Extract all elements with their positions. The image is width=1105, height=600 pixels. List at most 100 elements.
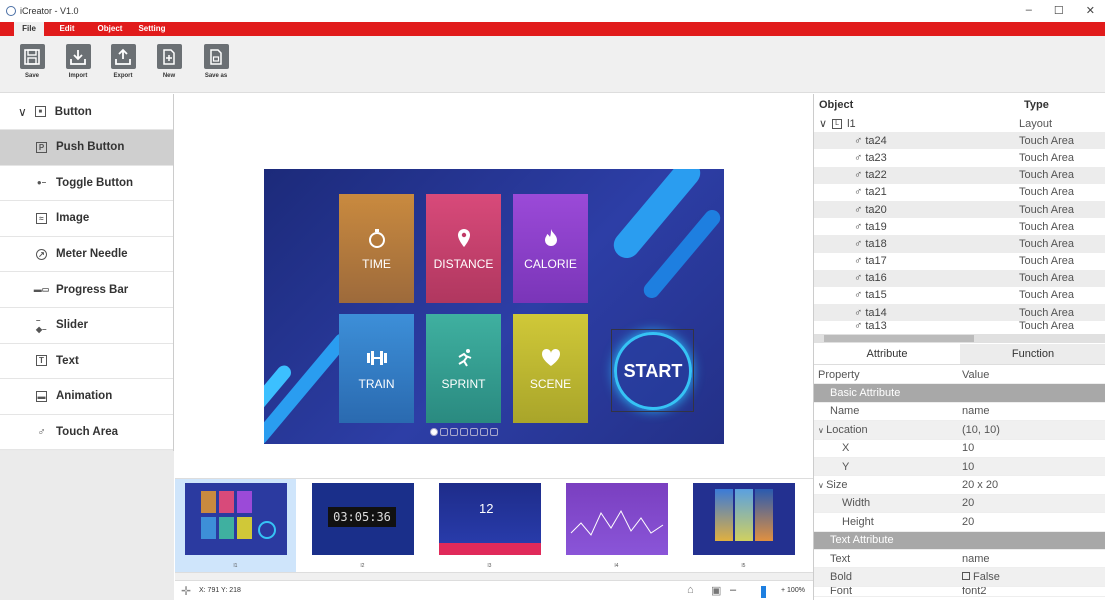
sidebar-item-image[interactable]: ≈ Image <box>0 201 173 237</box>
page-dot[interactable] <box>440 428 448 436</box>
title-bar: iCreator - V1.0 – ☐ ✕ <box>0 0 1105 22</box>
layout-preview[interactable]: TIME DISTANCE CALORIE TRAIN SPRINT SCENE… <box>264 169 724 444</box>
property-row-height[interactable]: Height 20 <box>814 513 1105 532</box>
close-button[interactable]: ✕ <box>1086 4 1095 17</box>
touch-icon: ♂ <box>854 151 866 164</box>
menu-object[interactable]: Object <box>92 22 128 36</box>
tree-scrollbar[interactable] <box>814 334 1105 343</box>
property-row-y[interactable]: Y 10 <box>814 457 1105 477</box>
tile-distance[interactable]: DISTANCE <box>426 194 501 303</box>
menu-edit[interactable]: Edit <box>52 22 82 36</box>
tree-item[interactable]: ♂ ta21 Touch Area <box>814 184 1105 201</box>
sidebar-item-slider[interactable]: –◆– Slider <box>0 307 173 344</box>
property-row-bold[interactable]: Bold False <box>814 568 1105 587</box>
tree-item[interactable]: ♂ ta20 Touch Area <box>814 200 1105 219</box>
thumbnail-l3[interactable]: 12 l3 <box>429 479 550 573</box>
tree-item[interactable]: ♂ ta24 Touch Area <box>814 132 1105 150</box>
tree-item[interactable]: ♂ ta13 Touch Area <box>814 321 1105 331</box>
sidebar-item-toggle-button[interactable]: ●– Toggle Button <box>0 165 173 202</box>
zoom-out-button[interactable]: – <box>730 584 736 596</box>
layout-thumbnails: l1 03:05:36 l2 12 l3 l4 l5 <box>175 478 813 573</box>
property-row-text[interactable]: Text name <box>814 550 1105 569</box>
touch-icon: ♂ <box>854 289 866 302</box>
tree-item[interactable]: ♂ ta17 Touch Area <box>814 253 1105 270</box>
tile-sprint[interactable]: SPRINT <box>426 314 501 423</box>
zoom-slider-thumb[interactable] <box>761 586 766 598</box>
tab-attribute[interactable]: Attribute <box>814 344 960 364</box>
object-tree: ♂ ta24 Touch Area ♂ ta23 Touch Area ♂ ta22… <box>814 132 1105 331</box>
minimize-button[interactable]: – <box>1026 4 1032 17</box>
sidebar-item-text[interactable]: T Text <box>0 343 173 380</box>
page-dot[interactable] <box>480 428 488 436</box>
page-dot[interactable] <box>470 428 478 436</box>
window-title: iCreator - V1.0 <box>20 6 79 16</box>
property-row-location[interactable]: ∨ Location (10, 10) <box>814 421 1105 440</box>
thumbnail-l5[interactable]: l5 <box>683 479 804 573</box>
sidebar-item-touch-area[interactable]: ♂ Touch Area <box>0 414 173 451</box>
menu-setting[interactable]: Setting <box>134 22 170 36</box>
thumbnail-image <box>566 483 668 555</box>
property-row-name[interactable]: Name name <box>814 403 1105 422</box>
tree-item[interactable]: ♂ ta16 Touch Area <box>814 269 1105 287</box>
thumbnail-l2[interactable]: 03:05:36 l2 <box>302 479 423 573</box>
panel-tabs: Attribute Function <box>814 344 1105 365</box>
tree-item[interactable]: ♂ ta18 Touch Area <box>814 235 1105 253</box>
tile-calorie[interactable]: CALORIE <box>513 194 588 303</box>
sidebar-item-animation[interactable]: ▬ Animation <box>0 379 173 415</box>
import-icon <box>70 49 86 65</box>
zoom-level[interactable]: + 100% <box>781 587 805 594</box>
page-dot[interactable] <box>430 428 438 436</box>
thumbnail-l1[interactable]: l1 <box>175 479 296 573</box>
property-row-width[interactable]: Width 20 <box>814 494 1105 514</box>
thumbnail-image <box>185 483 287 555</box>
export-icon <box>115 48 131 65</box>
touch-icon: ♂ <box>854 255 866 268</box>
save-as-button[interactable]: Save as <box>199 44 233 79</box>
tree-item[interactable]: ♂ ta22 Touch Area <box>814 166 1105 184</box>
tree-item[interactable]: ♂ ta19 Touch Area <box>814 218 1105 235</box>
chevron-down-icon: ∨ <box>819 118 828 131</box>
tile-time[interactable]: TIME <box>339 194 414 303</box>
menu-file[interactable]: File <box>14 22 44 36</box>
dumbbell-icon <box>366 350 387 365</box>
property-row-x[interactable]: X 10 <box>814 440 1105 458</box>
property-row-size[interactable]: ∨ Size 20 x 20 <box>814 476 1105 495</box>
tab-function[interactable]: Function <box>960 344 1105 364</box>
page-dot[interactable] <box>490 428 498 436</box>
fit-page-icon[interactable]: ▣ <box>711 584 721 597</box>
save-button[interactable]: Save <box>15 44 49 79</box>
sidebar-item-progress-bar[interactable]: ▬▭ Progress Bar <box>0 272 173 308</box>
page-dot[interactable] <box>450 428 458 436</box>
tree-item[interactable]: ♂ ta23 Touch Area <box>814 149 1105 166</box>
thumbnail-scrollbar[interactable] <box>175 572 813 580</box>
new-button[interactable]: New <box>152 44 186 79</box>
tile-train[interactable]: TRAIN <box>339 314 414 423</box>
sidebar-item-meter-needle[interactable]: ↗ Meter Needle <box>0 236 173 273</box>
tree-root[interactable]: ∨ L l1 Layout <box>814 115 1105 132</box>
status-bar: ✛ X: 791 Y: 218 ⌂ ▣ – + 100% <box>175 580 813 600</box>
crosshair-icon: ✛ <box>181 584 192 598</box>
design-canvas[interactable]: TIME DISTANCE CALORIE TRAIN SPRINT SCENE… <box>175 94 813 478</box>
object-tree-header: Object Type <box>819 99 1049 111</box>
toolbar: Save Import Export New Save as <box>0 36 1105 93</box>
page-dot[interactable] <box>460 428 468 436</box>
right-panel: Object Type ∨ L l1 Layout ♂ ta24 Touch Ar… <box>813 94 1105 600</box>
property-row-font[interactable]: Font font2 <box>814 587 1105 597</box>
bold-checkbox[interactable] <box>962 571 970 580</box>
tree-item[interactable]: ♂ ta15 Touch Area <box>814 287 1105 304</box>
sidebar-header-button[interactable]: ∨ ■ Button <box>0 94 173 130</box>
tree-item[interactable]: ♂ ta14 Touch Area <box>814 304 1105 322</box>
tile-scene[interactable]: SCENE <box>513 314 588 423</box>
section-text-attribute: Text Attribute <box>814 531 1105 550</box>
maximize-button[interactable]: ☐ <box>1054 4 1064 17</box>
menu-bar: File Edit Object Setting <box>0 22 1105 36</box>
thumbnail-image <box>693 483 795 555</box>
export-button[interactable]: Export <box>106 44 140 79</box>
sidebar-item-push-button[interactable]: P Push Button <box>0 130 173 166</box>
lock-icon[interactable]: ⌂ <box>687 584 694 596</box>
import-button[interactable]: Import <box>61 44 95 79</box>
thumbnail-l4[interactable]: l4 <box>556 479 677 573</box>
touch-icon: ♂ <box>854 134 866 147</box>
cursor-coordinates: X: 791 Y: 218 <box>199 587 241 594</box>
widget-sidebar: ∨ ■ Button P Push Button ●– Toggle Butto… <box>0 94 174 600</box>
